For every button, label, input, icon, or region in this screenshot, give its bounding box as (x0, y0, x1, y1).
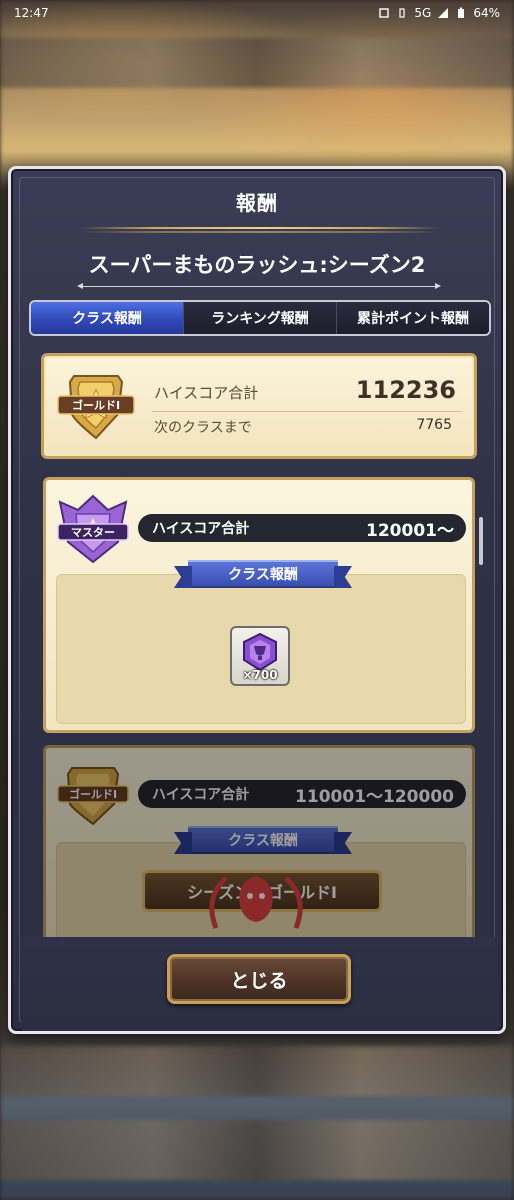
tab-cumulative-points-reward[interactable]: 累計ポイント報酬 (337, 302, 489, 334)
high-score-label: ハイスコア合計 (154, 384, 259, 402)
class-reward-banner: クラス報酬 (188, 560, 338, 588)
tab-class-reward[interactable]: クラス報酬 (31, 302, 184, 334)
gold-card-badge-label: ゴールドⅠ (69, 787, 117, 801)
reward-item-qty: ×700 (242, 668, 278, 682)
subtitle-divider (77, 283, 441, 289)
score-range-label: ハイスコア合計 (152, 521, 250, 537)
purple-medal-icon (243, 632, 277, 672)
status-time: 12:47 (14, 6, 49, 20)
gold-badge-label: ゴールドⅠ (72, 398, 120, 412)
next-class-value: 7765 (416, 417, 452, 433)
current-score-panel: ゴールドⅠ ハイスコア合計 112236 次のクラスまで 7765 (41, 353, 477, 459)
tab-ranking-reward[interactable]: ランキング報酬 (184, 302, 337, 334)
reward-item[interactable]: ×700 (230, 626, 290, 686)
master-badge-label: マスター (71, 526, 115, 539)
score-range-pill: ハイスコア合計 120001〜 (138, 514, 466, 542)
dialog-title: 報酬 (236, 191, 278, 215)
close-button[interactable]: とじる (167, 954, 351, 1004)
master-rank-badge-icon: マスター (57, 494, 129, 564)
status-bar: 12:47 5G 64% (0, 0, 514, 26)
gold-rank-badge-icon: ゴールドⅠ (57, 767, 129, 826)
reward-list[interactable]: マスター ハイスコア合計 120001〜 クラス報酬 ×700 ゴールドⅠ ハイ… (37, 477, 483, 939)
obtained-stamp-icon (209, 876, 303, 929)
battery-label: 64% (473, 6, 500, 20)
reward-tabs: クラス報酬 ランキング報酬 累計ポイント報酬 (29, 300, 491, 336)
score-range-label: ハイスコア合計 (152, 787, 250, 803)
signal-icon (438, 8, 449, 18)
gold-rank-badge-icon: ゴールドⅠ (57, 375, 135, 440)
score-range-value: 120001〜 (366, 520, 454, 541)
reward-card-master: マスター ハイスコア合計 120001〜 クラス報酬 ×700 (43, 477, 475, 733)
title-divider (81, 227, 441, 229)
season-title: スーパーまものラッシュ:シーズン2 (88, 253, 426, 277)
list-scrollbar[interactable] (479, 517, 483, 565)
score-range-pill: ハイスコア合計 110001〜120000 (138, 780, 466, 808)
high-score-value: 112236 (355, 376, 456, 404)
class-reward-banner: クラス報酬 (188, 826, 338, 854)
rewards-dialog: 報酬 スーパーまものラッシュ:シーズン2 クラス報酬 ランキング報酬 累計ポイン… (8, 166, 506, 1034)
reward-card-gold-1: ゴールドⅠ ハイスコア合計 110001〜120000 クラス報酬 シーズン2 … (43, 745, 475, 939)
notification-icon (379, 8, 390, 18)
next-class-label: 次のクラスまで (154, 420, 252, 436)
vibrate-icon (399, 8, 405, 18)
network-label: 5G (414, 6, 432, 20)
battery-icon (458, 7, 465, 18)
score-range-value: 110001〜120000 (295, 786, 454, 807)
